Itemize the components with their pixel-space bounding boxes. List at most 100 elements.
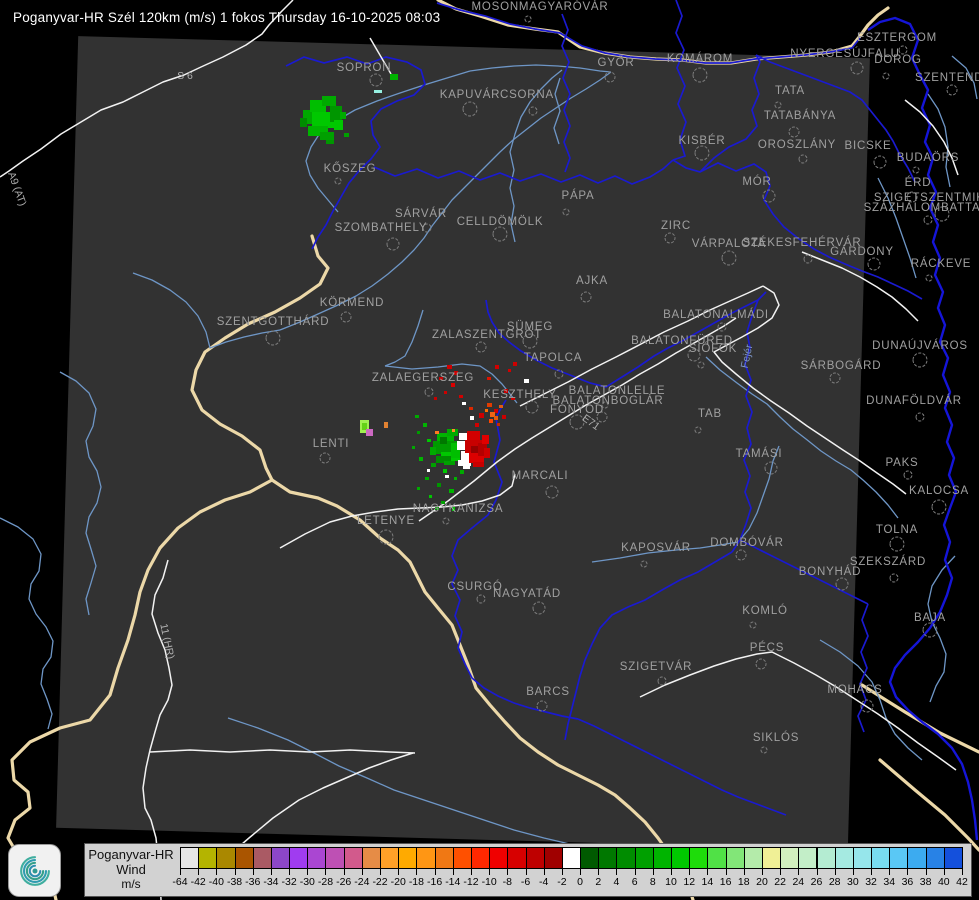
- radar-echo: [417, 487, 420, 490]
- city-label: SIKLÓS: [753, 731, 799, 744]
- city-label: DUNAFÖLDVÁR: [866, 394, 962, 407]
- radar-echo: [415, 415, 419, 418]
- city-label: SÁRBOGÁRD: [801, 359, 882, 372]
- radar-echo: [467, 431, 480, 440]
- radar-echo: [344, 133, 349, 137]
- city-label: BONYHÁD: [799, 565, 861, 578]
- city-label: ZIRC: [661, 220, 691, 232]
- city-label: TAPOLCA: [524, 352, 582, 364]
- radar-echo: [495, 365, 499, 369]
- radar-echo: [471, 446, 478, 453]
- radar-viewer: MOSONMAGYARÓVÁRGYŐRKOMÁROMESZTERGOMNYERG…: [0, 0, 979, 900]
- city-label: LETENYE: [357, 515, 415, 527]
- radar-echo: [484, 448, 490, 458]
- city-label: SZENTGOTTHÁRD: [217, 315, 330, 328]
- city-label: BALATONALMÁDI: [663, 308, 769, 321]
- city-label: ESZTERGOM: [857, 32, 937, 44]
- city-label: SZEKSZÁRD: [850, 555, 926, 568]
- radar-echo: [322, 96, 336, 106]
- city-label: SZENTENDRE: [915, 72, 979, 84]
- road-label: S 6: [177, 70, 193, 82]
- city-label: KESZTHELY: [483, 389, 556, 401]
- radar-echo: [390, 74, 398, 80]
- radar-echo: [459, 395, 463, 398]
- city-label: DUNAÚJVÁROS: [872, 339, 968, 352]
- radar-echo: [487, 403, 492, 407]
- radar-echo: [427, 469, 430, 472]
- radar-echo: [482, 435, 489, 444]
- city-label: TOLNA: [876, 524, 918, 536]
- radar-echo: [417, 431, 420, 434]
- city-label: TAMÁSI: [736, 447, 783, 460]
- city-label: RÁCKEVE: [911, 257, 972, 270]
- city-label: SZIGETVÁR: [620, 660, 692, 673]
- radar-echo: [334, 120, 343, 130]
- radar-echo: [431, 463, 436, 467]
- city-label: AJKA: [576, 275, 608, 287]
- radar-echo: [419, 457, 423, 461]
- radar-echo: [326, 140, 334, 144]
- radar-echo: [479, 413, 484, 418]
- radar-echo: [434, 397, 437, 400]
- weather-map: MOSONMAGYARÓVÁRGYŐRKOMÁROMESZTERGOMNYERG…: [0, 0, 979, 900]
- radar-echo: [423, 423, 427, 427]
- radar-echo: [362, 423, 367, 430]
- city-label: BUDAÖRS: [897, 152, 959, 164]
- city-label: MÓR: [742, 175, 771, 188]
- city-label: BARCS: [526, 686, 570, 698]
- radar-echo: [460, 470, 464, 474]
- city-label: PÁPA: [561, 189, 594, 202]
- city-label: NAGYKANIZSA: [413, 503, 504, 515]
- radar-echo: [469, 407, 473, 410]
- city-label: SÜMEG: [507, 321, 553, 333]
- radar-echo: [487, 377, 491, 380]
- city-label: KŐSZEG: [324, 161, 377, 175]
- city-label: SZOMBATHELY: [335, 222, 428, 234]
- radar-echo: [430, 447, 436, 455]
- radar-echo: [497, 423, 500, 426]
- city-label: TATABÁNYA: [764, 109, 836, 122]
- radar-echo: [384, 422, 388, 428]
- city-label: DOMBÓVÁR: [710, 536, 784, 549]
- radar-echo: [444, 391, 447, 394]
- city-label: DOROG: [874, 54, 921, 66]
- radar-echo: [513, 362, 517, 366]
- city-label: KISBÉR: [679, 134, 726, 147]
- product-title: Poganyvar-HR Szél 120km (m/s) 1 fokos Th…: [13, 10, 440, 25]
- city-label: PAKS: [885, 457, 918, 469]
- city-label: ÉRD: [905, 176, 932, 189]
- city-label: KALOCSA: [909, 485, 969, 497]
- radar-echo: [300, 118, 307, 127]
- city-label: FONYÓD: [550, 403, 604, 416]
- radar-echo: [366, 429, 373, 436]
- radar-echo: [475, 423, 479, 427]
- radar-echo: [489, 419, 493, 423]
- city-label: KÖRMEND: [320, 297, 384, 309]
- city-label: MARCALI: [512, 470, 569, 482]
- radar-echo: [499, 405, 503, 408]
- radar-echo: [445, 475, 449, 478]
- city-label: NAGYATÁD: [493, 587, 561, 600]
- radar-echo: [427, 439, 431, 442]
- radar-echo: [429, 495, 432, 498]
- city-label: CSORNA: [500, 89, 554, 101]
- city-label: GÁRDONY: [830, 245, 894, 258]
- city-label: TAB: [698, 408, 722, 420]
- radar-echo: [454, 477, 457, 480]
- city-label: SIÓFOK: [689, 342, 737, 355]
- city-label: GYŐR: [597, 55, 634, 69]
- radar-echo: [449, 489, 454, 493]
- radar-echo: [435, 431, 439, 434]
- city-label: SOPRON: [337, 62, 392, 74]
- radar-echo: [443, 469, 447, 473]
- radar-echo: [494, 416, 498, 420]
- radar-echo: [440, 437, 447, 444]
- city-label: SÁRVÁR: [395, 207, 447, 220]
- radar-echo: [444, 461, 455, 465]
- radar-echo: [437, 483, 441, 487]
- city-label: MOHÁCS: [827, 683, 882, 696]
- city-label: TATA: [775, 85, 805, 97]
- radar-echo: [462, 402, 466, 405]
- radar-echo: [412, 446, 415, 449]
- city-label: MOSONMAGYARÓVÁR: [471, 0, 608, 13]
